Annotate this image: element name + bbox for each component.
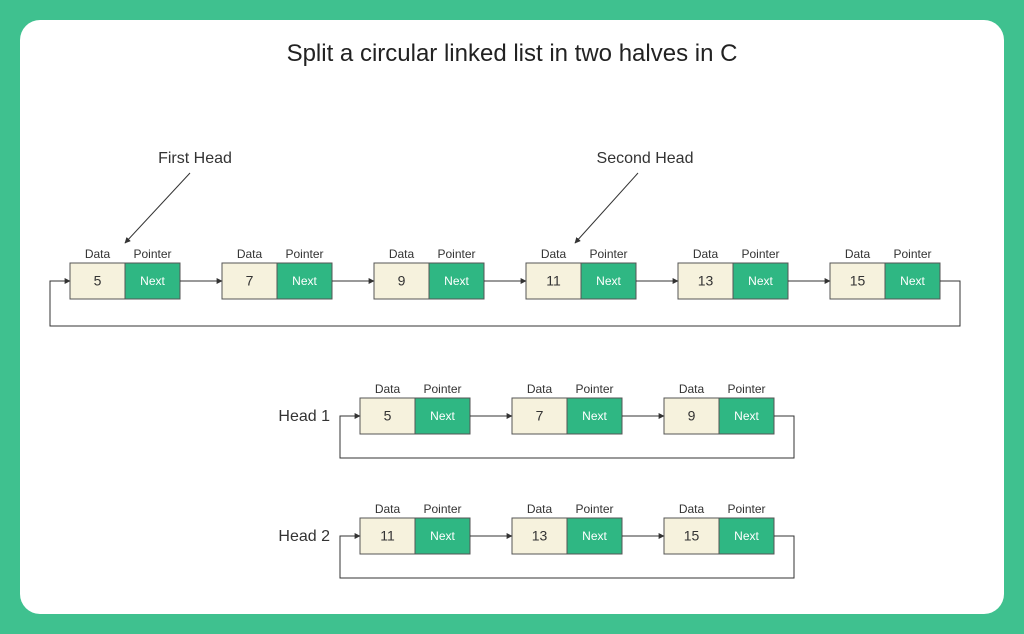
svg-text:Pointer: Pointer	[741, 247, 779, 261]
svg-text:Data: Data	[527, 382, 553, 396]
head1-label: Head 1	[278, 408, 330, 425]
svg-text:Data: Data	[389, 247, 415, 261]
svg-text:9: 9	[688, 408, 696, 424]
svg-text:Pointer: Pointer	[437, 247, 475, 261]
svg-text:Next: Next	[748, 274, 773, 288]
svg-text:Data: Data	[375, 382, 401, 396]
svg-text:Pointer: Pointer	[727, 502, 765, 516]
svg-text:Pointer: Pointer	[727, 382, 765, 396]
svg-text:7: 7	[246, 273, 254, 289]
svg-text:Next: Next	[430, 409, 455, 423]
svg-text:Next: Next	[596, 274, 621, 288]
first-head-arrow	[125, 173, 190, 243]
main-loop-arrow	[50, 281, 960, 326]
svg-text:Next: Next	[140, 274, 165, 288]
svg-text:Next: Next	[582, 529, 607, 543]
svg-text:Next: Next	[734, 409, 759, 423]
page-container: Split a circular linked list in two halv…	[20, 20, 1004, 614]
svg-text:13: 13	[698, 273, 714, 289]
svg-text:13: 13	[532, 528, 548, 544]
head1-node-1: Data Pointer 7 Next	[512, 382, 622, 434]
svg-text:15: 15	[850, 273, 866, 289]
svg-text:Data: Data	[375, 502, 401, 516]
main-node-4: Data Pointer 13 Next	[678, 247, 788, 299]
svg-text:5: 5	[384, 408, 392, 424]
svg-text:Data: Data	[541, 247, 567, 261]
svg-text:Pointer: Pointer	[133, 247, 171, 261]
svg-text:11: 11	[546, 273, 561, 289]
svg-text:Next: Next	[444, 274, 469, 288]
head2-node-2: Data Pointer 15 Next	[664, 502, 774, 554]
head1-node-2: Data Pointer 9 Next	[664, 382, 774, 434]
svg-text:Data: Data	[527, 502, 553, 516]
main-node-0: Data Pointer 5 Next	[70, 247, 180, 299]
second-head-arrow	[575, 173, 638, 243]
svg-text:Pointer: Pointer	[575, 382, 613, 396]
main-node-1: Data Pointer 7 Next	[222, 247, 332, 299]
svg-text:Data: Data	[845, 247, 871, 261]
page-title: Split a circular linked list in two halv…	[20, 20, 1004, 68]
svg-text:Pointer: Pointer	[893, 247, 931, 261]
svg-text:7: 7	[536, 408, 544, 424]
svg-text:Next: Next	[292, 274, 317, 288]
svg-text:Next: Next	[582, 409, 607, 423]
head1-node-0: Data Pointer 5 Next	[360, 382, 470, 434]
svg-text:5: 5	[94, 273, 102, 289]
diagram-svg: First Head Second Head Data Pointer 5 Ne…	[20, 68, 1004, 608]
first-head-label: First Head	[158, 150, 232, 167]
svg-text:9: 9	[398, 273, 406, 289]
main-node-5: Data Pointer 15 Next	[830, 247, 940, 299]
main-node-3: Data Pointer 11 Next	[526, 247, 636, 299]
svg-text:Pointer: Pointer	[423, 502, 461, 516]
svg-text:Data: Data	[85, 247, 111, 261]
main-node-2: Data Pointer 9 Next	[374, 247, 484, 299]
svg-text:Data: Data	[679, 502, 705, 516]
svg-text:Data: Data	[237, 247, 263, 261]
svg-text:Pointer: Pointer	[423, 382, 461, 396]
svg-text:Pointer: Pointer	[589, 247, 627, 261]
second-head-label: Second Head	[597, 150, 694, 167]
head2-node-0: Data Pointer 11 Next	[360, 502, 470, 554]
svg-text:Next: Next	[734, 529, 759, 543]
svg-text:15: 15	[684, 528, 700, 544]
svg-text:Next: Next	[430, 529, 455, 543]
head2-node-1: Data Pointer 13 Next	[512, 502, 622, 554]
svg-text:Next: Next	[900, 274, 925, 288]
svg-text:Data: Data	[679, 382, 705, 396]
svg-text:Pointer: Pointer	[285, 247, 323, 261]
head2-label: Head 2	[278, 528, 330, 545]
svg-text:Pointer: Pointer	[575, 502, 613, 516]
svg-text:Data: Data	[693, 247, 719, 261]
svg-text:11: 11	[380, 528, 395, 544]
